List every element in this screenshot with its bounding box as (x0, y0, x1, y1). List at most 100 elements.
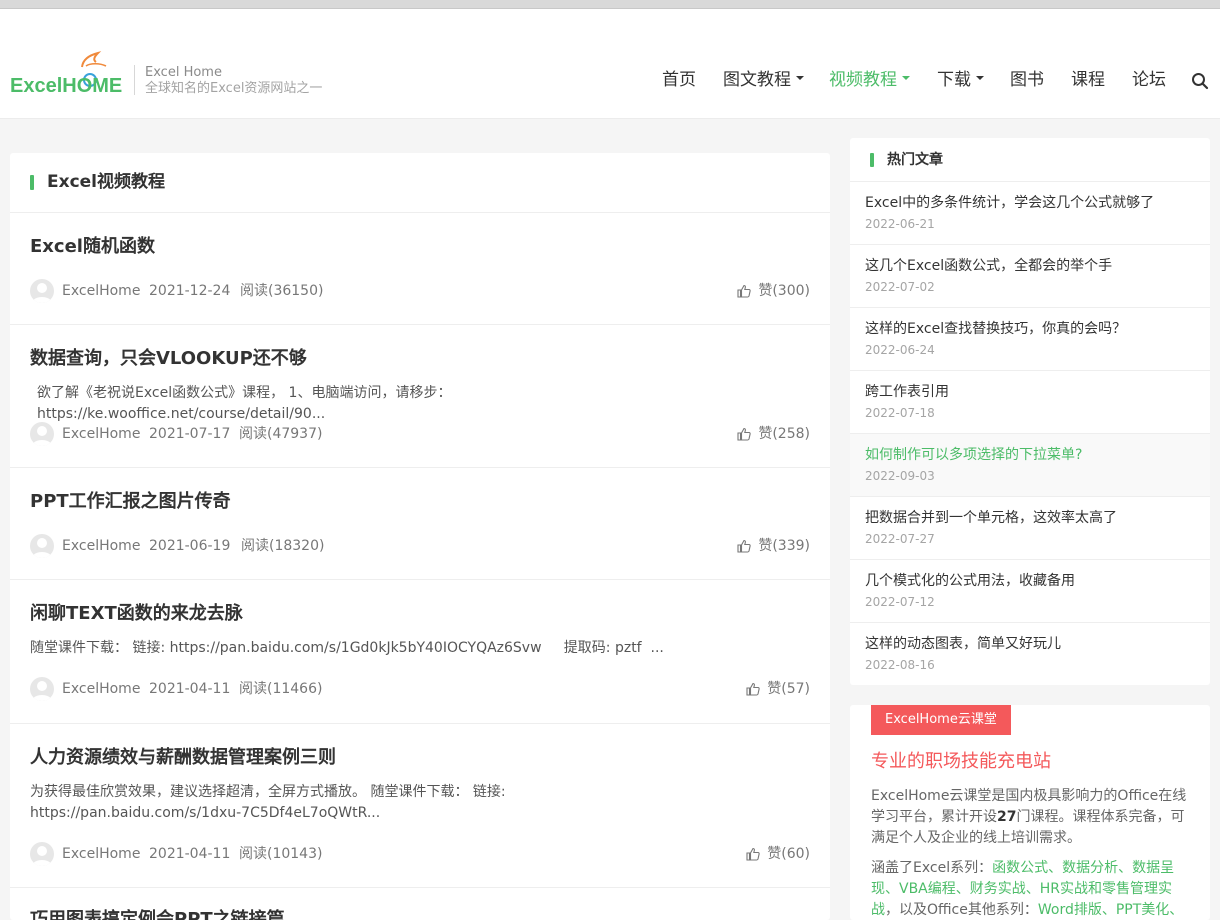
hot-article-title[interactable]: 这样的动态图表，简单又好玩儿 (865, 634, 1061, 654)
like-button[interactable]: 赞(300) (737, 282, 810, 300)
like-count: 赞(60) (767, 846, 810, 862)
article-views: 阅读(10143) (239, 846, 323, 862)
article-title[interactable]: 数据查询，只会VLOOKUP还不够 (30, 347, 307, 371)
logo-text: ExcelHOME (10, 75, 122, 97)
hot-article-date: 2022-06-21 (865, 217, 935, 231)
promo-badge[interactable]: ExcelHome云课堂 (871, 705, 1011, 735)
promo-description: ExcelHome云课堂是国内极具影响力的Office在线学习平台，累计开设27… (871, 786, 1191, 849)
video-tutorial-list: Excel视频教程 Excel随机函数 ExcelHome 2021-12-24… (10, 153, 830, 920)
section-title: Excel视频教程 (47, 172, 166, 192)
hot-article-title[interactable]: 这几个Excel函数公式，全都会的举个手 (865, 256, 1112, 276)
browser-top-strip (0, 0, 1220, 9)
article-excerpt: 欲了解《老祝说Excel函数公式》课程， 1、电脑端访问，请移步：https:/… (37, 385, 452, 422)
promo-office-topics-link[interactable]: Word排版、PPT美化、 (1038, 902, 1183, 918)
nav-download-label: 下载 (937, 70, 971, 90)
hot-article-item[interactable]: 这样的动态图表，简单又好玩儿 2022-08-16 (850, 623, 1210, 685)
article-date: 2021-04-11 (149, 846, 231, 862)
hot-article-title[interactable]: 这样的Excel查找替换技巧，你真的会吗？ (865, 319, 1126, 339)
nav-graphic-tutorials[interactable]: 图文教程 (723, 68, 804, 92)
hot-article-item[interactable]: 这几个Excel函数公式，全都会的举个手 2022-07-02 (850, 245, 1210, 308)
nav-forum[interactable]: 论坛 (1132, 68, 1166, 92)
nav-books-label: 图书 (1010, 70, 1044, 90)
article-author[interactable]: ExcelHome (62, 425, 140, 443)
hot-articles-title: 热门文章 (887, 152, 943, 168)
avatar (30, 534, 54, 558)
avatar (30, 842, 54, 866)
section-accent-bar (30, 175, 34, 190)
hot-article-title[interactable]: 把数据合并到一个单元格，这效率太高了 (865, 508, 1117, 528)
article-item[interactable]: 巧用图表搞定例会PPT之链接篇 (10, 888, 830, 920)
article-meta: ExcelHome 2021-07-17 阅读(47937) 赞(258) (30, 422, 810, 446)
promo-topics-mid: ，以及Office其他系列： (885, 902, 1038, 918)
article-item[interactable]: PPT工作汇报之图片传奇 ExcelHome 2021-06-19 阅读(183… (10, 468, 830, 580)
hot-article-title[interactable]: 几个模式化的公式用法，收藏备用 (865, 571, 1075, 591)
thumbs-up-icon (737, 539, 752, 553)
article-author[interactable]: ExcelHome (62, 680, 140, 698)
article-author[interactable]: ExcelHome (62, 282, 140, 300)
nav-books[interactable]: 图书 (1010, 68, 1044, 92)
article-title[interactable]: 人力资源绩效与薪酬数据管理案例三则 (30, 746, 336, 770)
hot-article-item-hovered[interactable]: 如何制作可以多项选择的下拉菜单? 2022-09-03 (850, 434, 1210, 497)
article-views: 阅读(47937) (239, 426, 323, 442)
hot-article-item[interactable]: 这样的Excel查找替换技巧，你真的会吗？ 2022-06-24 (850, 308, 1210, 371)
like-count: 赞(339) (758, 538, 810, 554)
article-author[interactable]: ExcelHome (62, 537, 140, 555)
logo-divider (134, 65, 135, 95)
hot-article-item[interactable]: 把数据合并到一个单元格，这效率太高了 2022-07-27 (850, 497, 1210, 560)
nav-home[interactable]: 首页 (662, 68, 696, 92)
nav-courses[interactable]: 课程 (1071, 68, 1105, 92)
nav-courses-label: 课程 (1071, 70, 1105, 90)
article-views: 阅读(36150) (240, 283, 324, 299)
article-item[interactable]: 闲聊TEXT函数的来龙去脉 随堂课件下载： 链接: https://pan.ba… (10, 580, 830, 724)
nav-video-tutorials[interactable]: 视频教程 (829, 68, 910, 92)
hot-article-title[interactable]: 跨工作表引用 (865, 382, 949, 402)
like-count: 赞(258) (758, 426, 810, 442)
avatar (30, 422, 54, 446)
chevron-down-icon (976, 76, 984, 80)
like-button[interactable]: 赞(60) (746, 845, 810, 863)
thumbs-up-icon (737, 284, 752, 298)
article-item[interactable]: 数据查询，只会VLOOKUP还不够 欲了解《老祝说Excel函数公式》课程， 1… (10, 325, 830, 468)
hot-article-item[interactable]: 几个模式化的公式用法，收藏备用 2022-07-12 (850, 560, 1210, 623)
excelhome-logo[interactable]: ExcelHOME (10, 47, 126, 97)
hot-article-title[interactable]: Excel中的多条件统计，学会这几个公式就够了 (865, 193, 1154, 213)
list-header: Excel视频教程 (10, 153, 830, 213)
chevron-down-icon (902, 76, 910, 80)
article-excerpt: 随堂课件下载： 链接: https://pan.baidu.com/s/1Gd0… (30, 640, 664, 656)
hot-article-date: 2022-07-12 (865, 595, 935, 609)
like-button[interactable]: 赞(258) (737, 425, 810, 443)
article-meta: ExcelHome 2021-04-11 阅读(11466) 赞(57) (30, 677, 810, 701)
search-icon[interactable] (1190, 71, 1210, 91)
section-accent-bar (870, 153, 874, 167)
user-icon (32, 846, 52, 866)
promo-topics-before: 涵盖了Excel系列： (871, 860, 993, 876)
cloud-classroom-panel: ExcelHome云课堂 专业的职场技能充电站 ExcelHome云课堂是国内极… (850, 705, 1210, 920)
nav-download[interactable]: 下载 (937, 68, 984, 92)
like-count: 赞(57) (767, 681, 810, 697)
article-title[interactable]: Excel随机函数 (30, 235, 155, 259)
article-item[interactable]: Excel随机函数 ExcelHome 2021-12-24 阅读(36150)… (10, 213, 830, 325)
article-meta: ExcelHome 2021-04-11 阅读(10143) 赞(60) (30, 842, 810, 866)
hot-article-title[interactable]: 如何制作可以多项选择的下拉菜单? (865, 445, 1082, 465)
like-button[interactable]: 赞(339) (737, 537, 810, 555)
thumbs-up-icon (737, 427, 752, 441)
hot-article-item[interactable]: Excel中的多条件统计，学会这几个公式就够了 2022-06-21 (850, 182, 1210, 245)
user-icon (32, 426, 52, 446)
article-item[interactable]: 人力资源绩效与薪酬数据管理案例三则 为获得最佳欣赏效果，建议选择超清，全屏方式播… (10, 724, 830, 888)
like-button[interactable]: 赞(57) (746, 680, 810, 698)
article-date: 2021-07-17 (149, 426, 231, 442)
article-title[interactable]: 闲聊TEXT函数的来龙去脉 (30, 602, 243, 626)
article-title[interactable]: PPT工作汇报之图片传奇 (30, 490, 231, 514)
article-author[interactable]: ExcelHome (62, 845, 140, 863)
hot-articles-panel: 热门文章 Excel中的多条件统计，学会这几个公式就够了 2022-06-21 … (850, 138, 1210, 685)
nav-forum-label: 论坛 (1132, 70, 1166, 90)
hot-article-date: 2022-08-16 (865, 658, 935, 672)
avatar (30, 677, 54, 701)
hot-article-date: 2022-09-03 (865, 469, 935, 483)
article-title[interactable]: 巧用图表搞定例会PPT之链接篇 (30, 908, 285, 920)
hot-article-item[interactable]: 跨工作表引用 2022-07-18 (850, 371, 1210, 434)
promo-title[interactable]: 专业的职场技能充电站 (871, 750, 1051, 774)
site-tagline: 全球知名的Excel资源网站之一 (145, 81, 323, 96)
user-icon (32, 538, 52, 558)
thumbs-up-icon (746, 847, 760, 861)
